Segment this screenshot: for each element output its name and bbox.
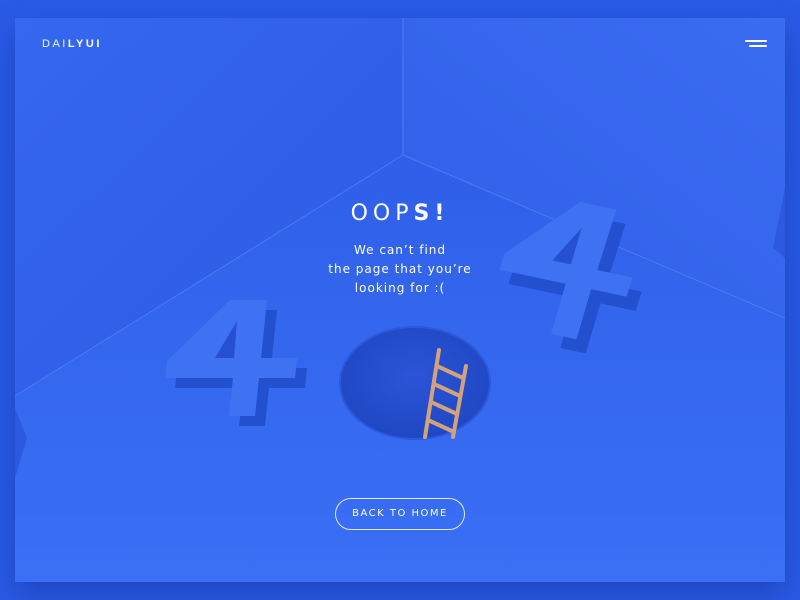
error-message: We can’t find the page that you’re looki… xyxy=(15,241,785,298)
brand-logo[interactable]: DAILYUI xyxy=(42,38,102,50)
back-to-home-button[interactable]: BACK TO HOME xyxy=(335,498,465,530)
logo-text-light: DAI xyxy=(42,38,68,50)
headline-bold: S! xyxy=(413,201,450,226)
logo-text-bold: LYUI xyxy=(67,38,102,50)
menu-line-top xyxy=(745,40,767,42)
menu-line-bottom xyxy=(749,45,767,47)
message-line-1: We can’t find xyxy=(353,243,447,257)
message-line-2: the page that you’re xyxy=(328,262,472,276)
hamburger-menu-icon[interactable] xyxy=(743,39,767,49)
message-line-3: looking for :( xyxy=(354,281,446,295)
hole-icon xyxy=(339,326,491,440)
page-background: 4 xyxy=(0,0,800,600)
headline-thin: OOP xyxy=(350,201,414,226)
error-headline: OOPS! xyxy=(15,201,785,226)
error-card: 4 xyxy=(15,18,785,582)
